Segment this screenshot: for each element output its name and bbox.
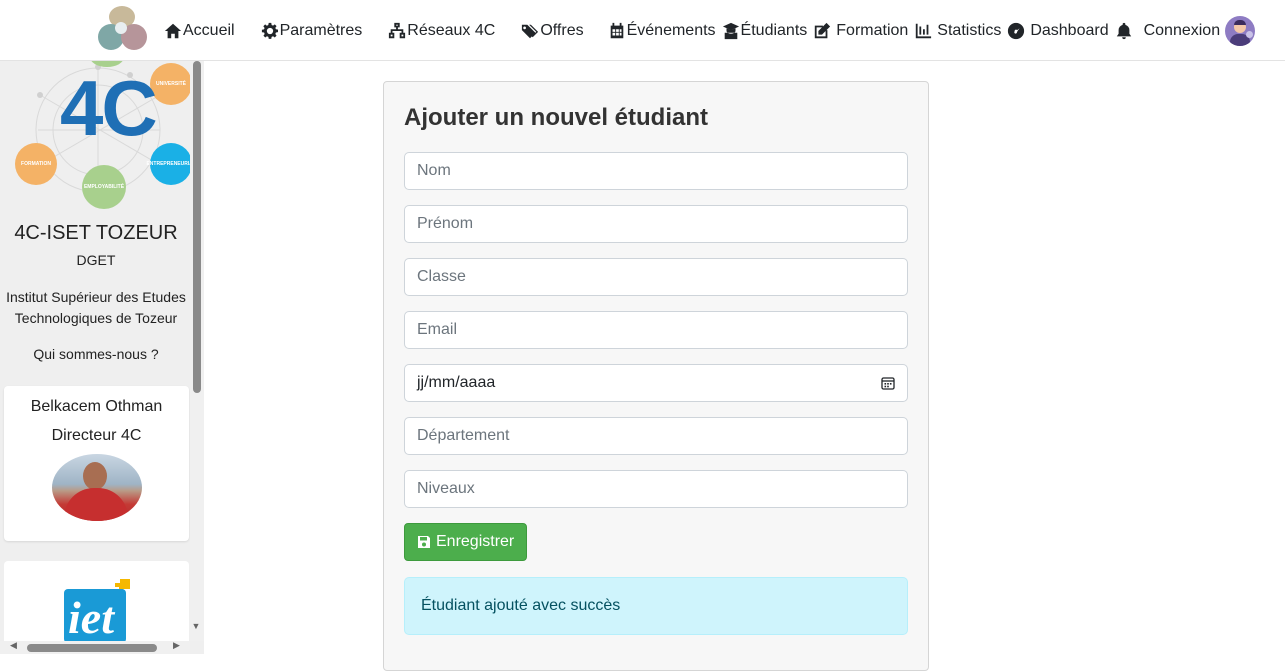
- nav-item-label: Dashboard: [1030, 21, 1109, 39]
- nav-item-etudiants[interactable]: Étudiants: [722, 21, 808, 40]
- sidebar-hscroll-thumb[interactable]: [27, 644, 157, 652]
- nom-input[interactable]: [404, 152, 908, 190]
- sidebar: UNIVERSITÉ FORMATION ENTREPRENEURIAT EMP…: [0, 61, 204, 654]
- director-photo: [52, 454, 142, 521]
- nav-menu: Accueil Paramètres Réseaux 4C Offres Évé…: [164, 0, 1256, 61]
- logo-text: 4C: [60, 64, 158, 152]
- niveaux-input[interactable]: [404, 470, 908, 508]
- nav-item-label: Connexion: [1143, 21, 1221, 39]
- success-alert: Étudiant ajouté avec succès: [404, 577, 908, 635]
- save-button[interactable]: Enregistrer: [404, 523, 528, 561]
- sidebar-scroll-thumb[interactable]: [193, 61, 201, 393]
- top-navbar: Accueil Paramètres Réseaux 4C Offres Évé…: [0, 0, 1285, 61]
- org-subtitle: DGET: [76, 252, 116, 268]
- nav-item-evenements[interactable]: Événements: [608, 22, 716, 40]
- network-icon: [389, 22, 406, 38]
- director-name: Belkacem Othman: [30, 398, 163, 415]
- bell-icon: [1116, 22, 1131, 39]
- nav-item-label: Étudiants: [740, 21, 808, 39]
- date-placeholder: jj/mm/aaaa: [417, 374, 496, 391]
- departement-input[interactable]: [404, 417, 908, 455]
- nav-item-formation[interactable]: Formation: [813, 22, 908, 40]
- bubble-universite: UNIVERSITÉ: [150, 63, 192, 105]
- home-icon: [164, 23, 182, 38]
- date-input[interactable]: jj/mm/aaaa: [404, 364, 908, 402]
- nav-item-label: Accueil: [183, 21, 235, 39]
- about-link[interactable]: Qui sommes-nous ?: [0, 346, 192, 362]
- user-avatar[interactable]: [1225, 15, 1256, 46]
- director-card: Belkacem Othman Directeur 4C: [4, 386, 189, 541]
- org-title: 4C-ISET TOZEUR: [14, 222, 178, 244]
- nav-item-dashboard[interactable]: Dashboard: [1007, 21, 1109, 40]
- nav-item-connexion[interactable]: Connexion: [1115, 15, 1256, 46]
- nav-item-parametres[interactable]: Paramètres: [261, 21, 363, 40]
- director-role: Directeur 4C: [51, 427, 142, 444]
- bubble-entrepreneuriat: ENTREPRENEURIAT: [146, 143, 196, 185]
- email-input[interactable]: [404, 311, 908, 349]
- chart-icon: [916, 23, 932, 38]
- nav-item-label: Paramètres: [279, 21, 363, 39]
- add-student-panel: Ajouter un nouvel étudiant jj/mm/aaaa En…: [383, 81, 929, 671]
- institute-name: Institut Supérieur des Etudes Technologi…: [6, 289, 186, 326]
- form-title: Ajouter un nouvel étudiant: [404, 104, 708, 131]
- nav-item-offres[interactable]: Offres: [521, 21, 584, 40]
- nav-item-label: Statistics: [937, 21, 1002, 39]
- success-message: Étudiant ajouté avec succès: [421, 597, 621, 614]
- nav-item-label: Formation: [836, 21, 909, 39]
- nav-item-label: Événements: [626, 21, 716, 39]
- classe-input[interactable]: [404, 258, 908, 296]
- scroll-down-arrow-icon[interactable]: ▼: [191, 621, 201, 631]
- bubble-employabilite: EMPLOYABILITÉ: [82, 165, 126, 209]
- nav-item-statistics[interactable]: Statistics: [914, 22, 1001, 40]
- 4c-logo: UNIVERSITÉ FORMATION ENTREPRENEURIAT EMP…: [10, 61, 196, 213]
- bubble-formation: FORMATION: [15, 143, 57, 185]
- calendar-icon: [610, 22, 623, 38]
- tags-icon: [522, 24, 539, 38]
- floppy-disk-icon: [418, 536, 430, 548]
- prenom-input[interactable]: [404, 205, 908, 243]
- dashboard-icon: [1008, 22, 1025, 39]
- gear-icon: [261, 22, 278, 39]
- nav-item-label: Réseaux 4C: [407, 21, 496, 39]
- nav-item-reseaux[interactable]: Réseaux 4C: [388, 22, 495, 40]
- calendar-picker-icon[interactable]: [881, 376, 895, 390]
- svg-text:iet: iet: [68, 592, 115, 643]
- scroll-right-arrow-icon[interactable]: ▶: [173, 640, 180, 651]
- graduate-icon: [722, 22, 739, 39]
- nav-item-accueil[interactable]: Accueil: [164, 22, 235, 40]
- save-button-label: Enregistrer: [436, 533, 515, 550]
- scroll-left-arrow-icon[interactable]: ◀: [10, 640, 17, 651]
- edit-icon: [815, 22, 831, 38]
- brand-logo[interactable]: [96, 6, 150, 54]
- nav-item-label: Offres: [540, 21, 584, 39]
